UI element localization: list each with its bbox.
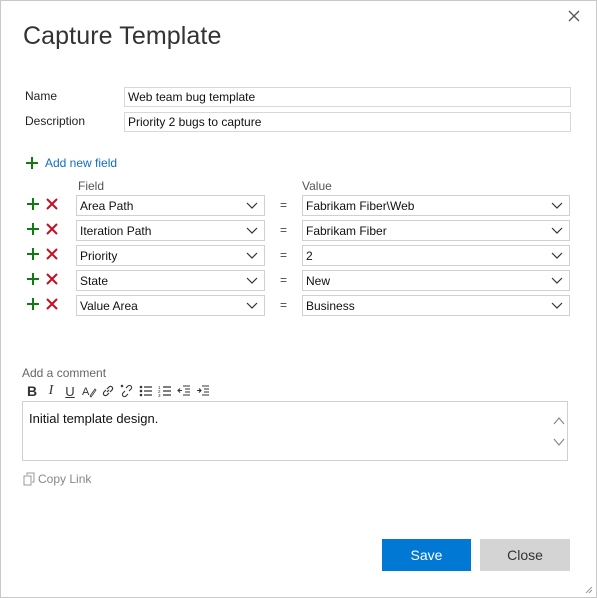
value-select-value: Business bbox=[306, 299, 355, 313]
underline-icon[interactable]: U bbox=[61, 382, 79, 400]
bulleted-list-icon[interactable] bbox=[137, 382, 155, 400]
name-label: Name bbox=[25, 89, 58, 103]
scroll-up-icon[interactable] bbox=[553, 416, 565, 426]
link-icon[interactable] bbox=[99, 382, 117, 400]
chevron-down-icon bbox=[551, 227, 563, 234]
remove-icon[interactable] bbox=[45, 222, 59, 236]
comment-editor[interactable]: Initial template design. bbox=[22, 401, 568, 461]
add-icon[interactable] bbox=[26, 297, 40, 311]
field-select-value: Iteration Path bbox=[80, 224, 152, 238]
unlink-icon[interactable] bbox=[118, 382, 136, 400]
field-select[interactable]: Value Area bbox=[76, 295, 265, 316]
field-select[interactable]: Iteration Path bbox=[76, 220, 265, 241]
equals-sign: = bbox=[280, 198, 288, 212]
value-column-header: Value bbox=[302, 179, 332, 193]
field-row: State = New bbox=[1, 270, 597, 292]
save-button[interactable]: Save bbox=[382, 539, 471, 571]
svg-text:A: A bbox=[82, 386, 90, 398]
name-input[interactable] bbox=[124, 87, 571, 107]
field-select[interactable]: Area Path bbox=[76, 195, 265, 216]
decrease-indent-icon[interactable] bbox=[175, 382, 193, 400]
add-new-field-label: Add new field bbox=[45, 156, 118, 170]
value-select[interactable]: Fabrikam Fiber bbox=[302, 220, 570, 241]
rich-text-toolbar: B I U A 123 bbox=[23, 382, 213, 400]
resize-grip-icon[interactable] bbox=[583, 584, 593, 594]
chevron-down-icon bbox=[551, 277, 563, 284]
value-select-value: 2 bbox=[306, 249, 313, 263]
add-comment-label: Add a comment bbox=[22, 366, 107, 380]
equals-sign: = bbox=[280, 273, 288, 287]
chevron-down-icon bbox=[551, 252, 563, 259]
chevron-down-icon bbox=[246, 202, 258, 209]
add-icon[interactable] bbox=[26, 197, 40, 211]
italic-icon[interactable]: I bbox=[42, 382, 60, 400]
capture-template-dialog: Capture Template Name Description Add ne… bbox=[0, 0, 597, 598]
svg-text:3: 3 bbox=[158, 393, 161, 398]
equals-sign: = bbox=[280, 248, 288, 262]
field-select[interactable]: Priority bbox=[76, 245, 265, 266]
numbered-list-icon[interactable]: 123 bbox=[156, 382, 174, 400]
field-select-value: Priority bbox=[80, 249, 118, 263]
chevron-down-icon bbox=[246, 302, 258, 309]
chevron-down-icon bbox=[246, 277, 258, 284]
field-row: Priority = 2 bbox=[1, 245, 597, 267]
field-select-value: Area Path bbox=[80, 199, 134, 213]
field-row: Value Area = Business bbox=[1, 295, 597, 317]
highlight-icon[interactable]: A bbox=[80, 382, 98, 400]
remove-icon[interactable] bbox=[45, 197, 59, 211]
chevron-down-icon bbox=[246, 252, 258, 259]
description-input[interactable] bbox=[124, 112, 571, 132]
add-icon[interactable] bbox=[26, 222, 40, 236]
value-select-value: New bbox=[306, 274, 331, 288]
chevron-down-icon bbox=[551, 302, 563, 309]
field-column-header: Field bbox=[78, 179, 105, 193]
add-icon[interactable] bbox=[26, 272, 40, 286]
description-label: Description bbox=[25, 114, 86, 128]
copy-link-label: Copy Link bbox=[38, 472, 92, 486]
add-icon[interactable] bbox=[26, 247, 40, 261]
add-new-field-link[interactable]: Add new field bbox=[25, 153, 117, 173]
field-select[interactable]: State bbox=[76, 270, 265, 291]
increase-indent-icon[interactable] bbox=[194, 382, 212, 400]
copy-link[interactable]: Copy Link bbox=[23, 472, 91, 486]
remove-icon[interactable] bbox=[45, 297, 59, 311]
value-select[interactable]: 2 bbox=[302, 245, 570, 266]
field-select-value: Value Area bbox=[80, 299, 138, 313]
dialog-title: Capture Template bbox=[23, 22, 222, 50]
value-select-value: Fabrikam Fiber bbox=[306, 224, 387, 238]
field-row: Iteration Path = Fabrikam Fiber bbox=[1, 220, 597, 242]
scroll-down-icon[interactable] bbox=[553, 437, 565, 447]
chevron-down-icon bbox=[246, 227, 258, 234]
close-button[interactable]: Close bbox=[480, 539, 570, 571]
field-select-value: State bbox=[80, 274, 109, 288]
copy-icon bbox=[23, 472, 35, 486]
comment-text[interactable]: Initial template design. bbox=[29, 411, 158, 426]
equals-sign: = bbox=[280, 298, 288, 312]
remove-icon[interactable] bbox=[45, 247, 59, 261]
chevron-down-icon bbox=[551, 202, 563, 209]
value-select[interactable]: Business bbox=[302, 295, 570, 316]
value-select[interactable]: Fabrikam Fiber\Web bbox=[302, 195, 570, 216]
bold-icon[interactable]: B bbox=[23, 382, 41, 400]
field-row: Area Path = Fabrikam Fiber\Web bbox=[1, 195, 597, 217]
value-select-value: Fabrikam Fiber\Web bbox=[306, 199, 415, 213]
add-icon bbox=[26, 157, 38, 169]
close-icon[interactable] bbox=[565, 7, 583, 25]
equals-sign: = bbox=[280, 223, 288, 237]
remove-icon[interactable] bbox=[45, 272, 59, 286]
value-select[interactable]: New bbox=[302, 270, 570, 291]
